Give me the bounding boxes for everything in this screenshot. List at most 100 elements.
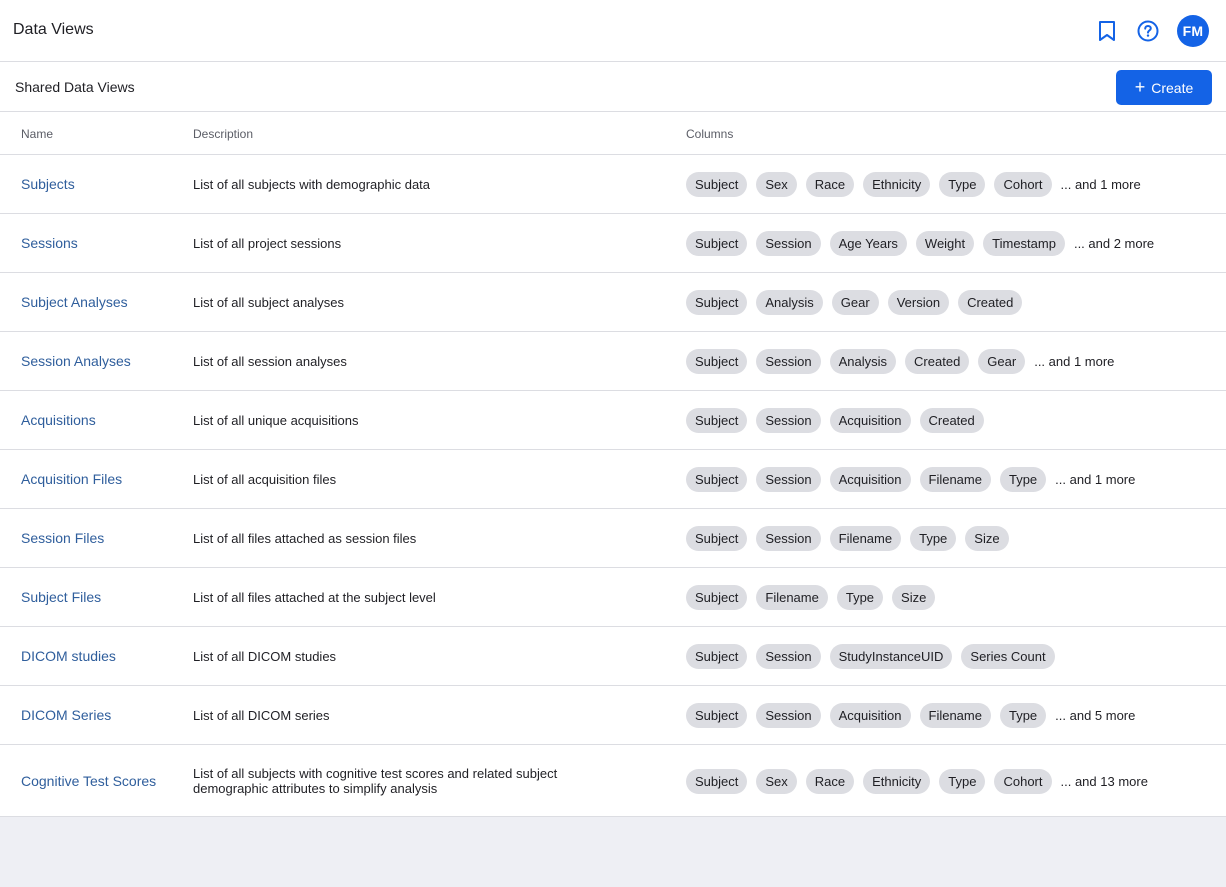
table-row[interactable]: Session Analyses List of all session anal…	[0, 332, 1226, 391]
column-chip: Race	[805, 768, 855, 794]
column-chip: Session	[756, 466, 821, 492]
column-chip: Session	[756, 230, 821, 256]
column-chip: Created	[919, 407, 984, 433]
help-circle-icon[interactable]	[1136, 19, 1160, 43]
table-row[interactable]: DICOM Series List of all DICOM series Subj…	[0, 686, 1226, 745]
more-columns-text: ... and 2 more	[1073, 235, 1155, 251]
data-view-columns: Subject Session StudyInstanceUID Series Cou…	[686, 627, 1064, 685]
column-chip: Subject	[686, 289, 748, 315]
data-view-columns: Subject Analysis Gear Version Created	[686, 273, 1031, 331]
column-chip: Acquisition	[829, 702, 911, 728]
more-columns-text: ... and 13 more	[1060, 773, 1148, 789]
top-bar-actions: FM	[1095, 15, 1209, 47]
app-root: Data Views FM Shared Data Views + Create…	[0, 0, 1226, 887]
column-chip: Subject	[686, 348, 748, 374]
data-view-description: List of all files attached at the subjec…	[193, 589, 436, 605]
data-view-name-link[interactable]: DICOM studies	[21, 627, 116, 685]
column-chip: Acquisition	[829, 407, 911, 433]
data-view-columns: Subject Sex Race Ethnicity Type Cohort ... and…	[686, 745, 1148, 817]
column-chip: Type	[999, 466, 1047, 492]
column-chip: Type	[910, 525, 957, 551]
data-view-name-link[interactable]: Subject Analyses	[21, 273, 128, 331]
table-row[interactable]: Cognitive Test Scores List of all subject…	[0, 745, 1226, 817]
column-chip: Weight	[915, 230, 975, 256]
column-chip: Gear	[831, 289, 879, 315]
data-view-columns: Subject Session Filename Type Size	[686, 509, 1018, 567]
page-title: Data Views	[13, 21, 94, 38]
table-row[interactable]: Subject Analyses List of all subject anal…	[0, 273, 1226, 332]
user-avatar[interactable]: FM	[1177, 15, 1209, 47]
table-row[interactable]: Subjects List of all subjects with demogr…	[0, 155, 1226, 214]
column-chip: Size	[892, 584, 936, 610]
column-chip: Subject	[686, 407, 748, 433]
data-view-name-link[interactable]: DICOM Series	[21, 686, 111, 744]
column-chip: Sex	[756, 171, 797, 197]
column-chip: Size	[965, 525, 1009, 551]
more-columns-text: ... and 1 more	[1055, 471, 1136, 487]
column-chip: Subject	[686, 643, 748, 669]
column-chip: Session	[756, 702, 821, 728]
column-chip: Subject	[686, 525, 748, 551]
column-chip: Gear	[978, 348, 1026, 374]
data-view-description: List of all acquisition files	[193, 471, 337, 487]
column-chip: StudyInstanceUID	[829, 643, 953, 669]
column-chip: Filename	[829, 525, 902, 551]
column-chip: Created	[958, 289, 1023, 315]
data-view-description: List of all DICOM series	[193, 707, 330, 723]
column-chip: Filename	[919, 702, 991, 728]
data-view-description: List of all project sessions	[193, 235, 342, 251]
column-chip: Subject	[686, 171, 748, 197]
column-header-description: Description	[193, 127, 254, 141]
column-header-columns: Columns	[686, 127, 734, 141]
plus-icon: +	[1134, 76, 1146, 97]
data-view-name-link[interactable]: Session Files	[21, 509, 104, 567]
column-chip: Timestamp	[983, 230, 1065, 256]
data-view-columns: Subject Session Acquisition Filename Type...…	[686, 686, 1135, 744]
column-header-name: Name	[21, 127, 54, 141]
column-chip: Session	[756, 407, 821, 433]
data-view-name-link[interactable]: Subject Files	[21, 568, 101, 626]
data-view-columns: Subject Filename Type Size	[686, 568, 944, 626]
column-chip: Type	[939, 171, 986, 197]
column-chip: Race	[805, 171, 855, 197]
column-chip: Sex	[756, 768, 797, 794]
table-row[interactable]: Subject Files List of all files attached …	[0, 568, 1226, 627]
data-view-name-link[interactable]: Subjects	[21, 155, 75, 213]
data-view-description: List of all DICOM studies	[193, 648, 337, 664]
column-chip: Filename	[756, 584, 828, 610]
data-view-name-link[interactable]: Sessions	[21, 214, 78, 272]
column-chip: Cohort	[994, 171, 1052, 197]
column-chip: Series Count	[961, 643, 1055, 669]
data-view-columns: Subject Session Age Years Weight Timestamp..…	[686, 214, 1154, 272]
data-view-description: List of all subject analyses	[193, 294, 345, 310]
data-view-columns: Subject Session Analysis Created Gear ... and…	[686, 332, 1114, 390]
column-chip: Created	[905, 348, 970, 374]
bookmark-icon[interactable]	[1095, 19, 1119, 43]
column-chip: Analysis	[829, 348, 897, 374]
create-button[interactable]: + Create	[1116, 70, 1212, 105]
more-columns-text: ... and 1 more	[1060, 176, 1141, 192]
more-columns-text: ... and 5 more	[1055, 707, 1136, 723]
data-view-columns: Subject Session Acquisition Created	[686, 391, 993, 449]
panel-subtitle: Shared Data Views	[15, 79, 135, 95]
table-row[interactable]: Acquisition Files List of all acquisition…	[0, 450, 1226, 509]
column-chip: Ethnicity	[863, 768, 931, 794]
table-row[interactable]: DICOM studies List of all DICOM studies Su…	[0, 627, 1226, 686]
panel-header: Shared Data Views + Create	[0, 62, 1226, 112]
data-view-description: List of all subjects with demographic da…	[193, 176, 431, 192]
table-row[interactable]: Sessions List of all project sessions Subj…	[0, 214, 1226, 273]
column-chip: Session	[756, 525, 821, 551]
data-view-columns: Subject Session Acquisition Filename Type...…	[686, 450, 1135, 508]
column-chip: Ethnicity	[863, 171, 931, 197]
more-columns-text: ... and 1 more	[1034, 353, 1115, 369]
table-row[interactable]: Session Files List of all files attached …	[0, 509, 1226, 568]
table-row[interactable]: Acquisitions List of all unique acquisiti…	[0, 391, 1226, 450]
data-view-name-link[interactable]: Acquisitions	[21, 391, 96, 449]
column-chip: Cohort	[994, 768, 1052, 794]
data-view-name-link[interactable]: Cognitive Test Scores	[21, 745, 156, 817]
column-chip: Subject	[686, 768, 748, 794]
data-view-name-link[interactable]: Acquisition Files	[21, 450, 122, 508]
data-view-description: List of all subjects with cognitive test…	[193, 766, 558, 796]
data-view-description: List of all unique acquisitions	[193, 412, 359, 428]
data-view-name-link[interactable]: Session Analyses	[21, 332, 131, 390]
